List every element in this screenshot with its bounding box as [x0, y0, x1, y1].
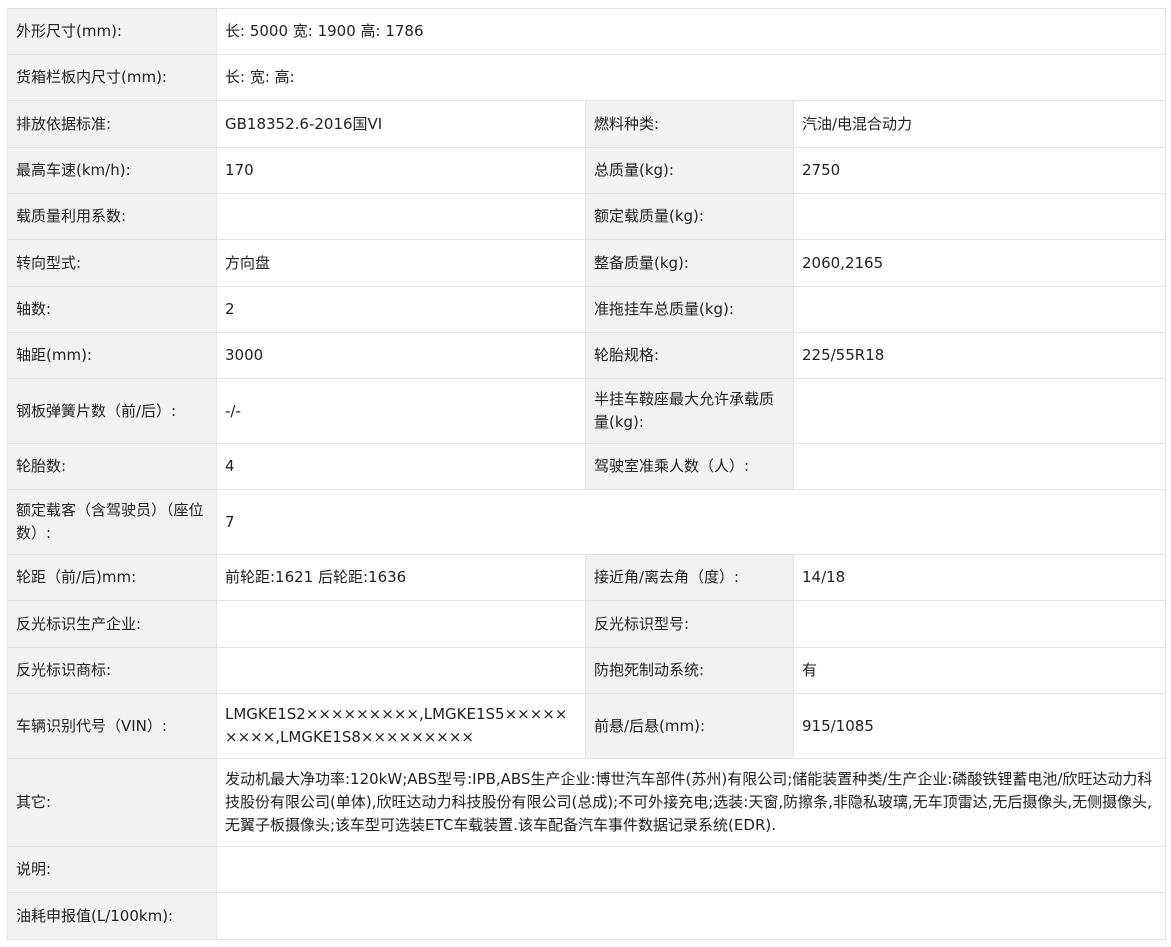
spec-label: 外形尺寸(mm):: [7, 8, 217, 55]
spec-row: 油耗申报值(L/100km):: [7, 892, 1166, 940]
spec-label: 燃料种类:: [585, 100, 794, 148]
spec-label: 转向型式:: [7, 239, 217, 287]
spec-value: [793, 193, 1166, 240]
spec-label: 总质量(kg):: [585, 147, 794, 194]
spec-label: 驾驶室准乘人数（人）:: [585, 443, 794, 490]
spec-value: 发动机最大净功率:120kW;ABS型号:IPB,ABS生产企业:博世汽车部件(…: [216, 758, 1166, 847]
spec-value: 方向盘: [216, 239, 586, 287]
spec-label: 排放依据标准:: [7, 100, 217, 148]
spec-label: 半挂车鞍座最大允许承载质量(kg):: [585, 378, 794, 444]
spec-value: 3000: [216, 332, 586, 379]
spec-row: 反光标识商标: 防抱死制动系统: 有: [7, 647, 1166, 694]
spec-row: 其它: 发动机最大净功率:120kW;ABS型号:IPB,ABS生产企业:博世汽车…: [7, 758, 1166, 847]
spec-value: 2: [216, 286, 586, 333]
spec-label: 整备质量(kg):: [585, 239, 794, 287]
spec-table-body: 外形尺寸(mm): 长: 5000 宽: 1900 高: 1786 货箱栏板内尺寸(…: [7, 8, 1166, 940]
spec-row: 轴数: 2 准拖挂车总质量(kg):: [7, 286, 1166, 333]
spec-value: GB18352.6-2016国VI: [216, 100, 586, 148]
spec-label: 其它:: [7, 758, 217, 847]
spec-row: 排放依据标准: GB18352.6-2016国VI 燃料种类: 汽油/电混合动力: [7, 100, 1166, 148]
spec-label: 准拖挂车总质量(kg):: [585, 286, 794, 333]
spec-value: [216, 600, 586, 648]
spec-label: 车辆识别代号（VIN）:: [7, 693, 217, 759]
spec-row: 外形尺寸(mm): 长: 5000 宽: 1900 高: 1786: [7, 8, 1166, 55]
spec-label: 额定载客（含驾驶员）（座位数）:: [7, 489, 217, 555]
spec-label: 轮胎规格:: [585, 332, 794, 379]
spec-value: [793, 286, 1166, 333]
spec-label: 轴数:: [7, 286, 217, 333]
spec-label: 最高车速(km/h):: [7, 147, 217, 194]
spec-label: 说明:: [7, 846, 217, 893]
spec-row: 转向型式: 方向盘 整备质量(kg): 2060,2165: [7, 239, 1166, 287]
spec-label: 油耗申报值(L/100km):: [7, 892, 217, 940]
spec-label: 前悬/后悬(mm):: [585, 693, 794, 759]
spec-label: 额定载质量(kg):: [585, 193, 794, 240]
spec-value: [793, 443, 1166, 490]
spec-value: 2060,2165: [793, 239, 1166, 287]
spec-value: [216, 647, 586, 694]
spec-value: 4: [216, 443, 586, 490]
spec-value: 7: [216, 489, 1166, 555]
spec-row: 说明:: [7, 846, 1166, 893]
spec-value: [216, 846, 1166, 893]
spec-value: 有: [793, 647, 1166, 694]
spec-label: 反光标识型号:: [585, 600, 794, 648]
spec-row: 轮距（前/后)mm: 前轮距:1621 后轮距:1636 接近角/离去角（度）: 14…: [7, 554, 1166, 601]
spec-label: 轮胎数:: [7, 443, 217, 490]
spec-value: [216, 193, 586, 240]
spec-label: 货箱栏板内尺寸(mm):: [7, 54, 217, 101]
spec-row: 轴距(mm): 3000 轮胎规格: 225/55R18: [7, 332, 1166, 379]
spec-label: 接近角/离去角（度）:: [585, 554, 794, 601]
vehicle-spec-table: 外形尺寸(mm): 长: 5000 宽: 1900 高: 1786 货箱栏板内尺寸(…: [7, 8, 1166, 940]
spec-value: 前轮距:1621 后轮距:1636: [216, 554, 586, 601]
spec-value: 长: 宽: 高:: [216, 54, 1166, 101]
spec-value: [793, 378, 1166, 444]
spec-value: 170: [216, 147, 586, 194]
spec-row: 钢板弹簧片数（前/后）: -/- 半挂车鞍座最大允许承载质量(kg):: [7, 378, 1166, 444]
spec-value: [793, 600, 1166, 648]
spec-label: 反光标识生产企业:: [7, 600, 217, 648]
spec-row: 额定载客（含驾驶员）（座位数）: 7: [7, 489, 1166, 555]
spec-value: [216, 892, 1166, 940]
spec-row: 载质量利用系数: 额定载质量(kg):: [7, 193, 1166, 240]
spec-value: 915/1085: [793, 693, 1166, 759]
spec-row: 车辆识别代号（VIN）: LMGKE1S2×××××××××,LMGKE1S5××…: [7, 693, 1166, 759]
spec-value: -/-: [216, 378, 586, 444]
spec-label: 防抱死制动系统:: [585, 647, 794, 694]
spec-value: 汽油/电混合动力: [793, 100, 1166, 148]
spec-label: 反光标识商标:: [7, 647, 217, 694]
spec-row: 轮胎数: 4 驾驶室准乘人数（人）:: [7, 443, 1166, 490]
spec-label: 轴距(mm):: [7, 332, 217, 379]
spec-label: 载质量利用系数:: [7, 193, 217, 240]
spec-label: 钢板弹簧片数（前/后）:: [7, 378, 217, 444]
spec-label: 轮距（前/后)mm:: [7, 554, 217, 601]
spec-value: 2750: [793, 147, 1166, 194]
spec-row: 反光标识生产企业: 反光标识型号:: [7, 600, 1166, 648]
spec-row: 最高车速(km/h): 170 总质量(kg): 2750: [7, 147, 1166, 194]
spec-value: 长: 5000 宽: 1900 高: 1786: [216, 8, 1166, 55]
spec-row: 货箱栏板内尺寸(mm): 长: 宽: 高:: [7, 54, 1166, 101]
spec-value: LMGKE1S2×××××××××,LMGKE1S5×××××××××,LMGK…: [216, 693, 586, 759]
spec-value: 14/18: [793, 554, 1166, 601]
spec-value: 225/55R18: [793, 332, 1166, 379]
